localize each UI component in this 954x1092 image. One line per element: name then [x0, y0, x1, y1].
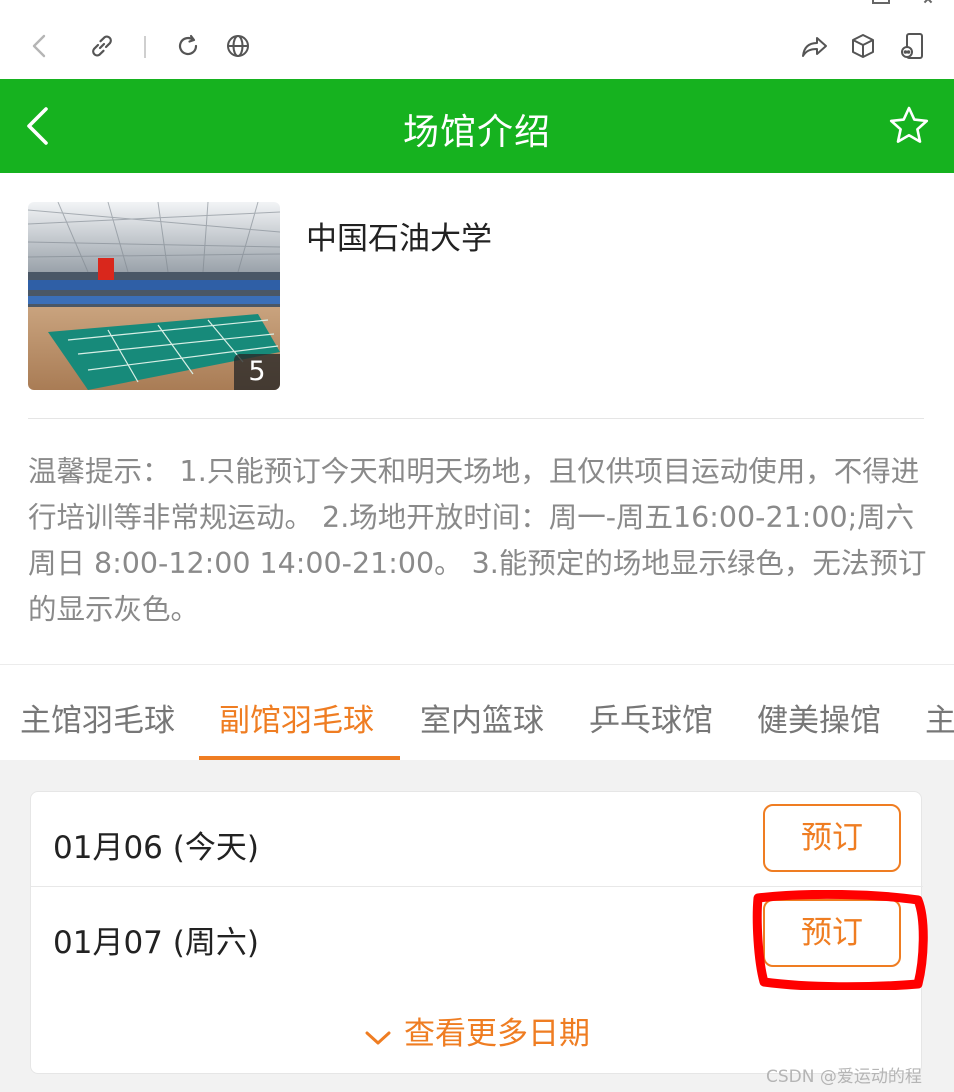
tab-more[interactable]: 主	[925, 695, 954, 740]
tab-main-badminton[interactable]: 主馆羽毛球	[20, 695, 175, 740]
photo-count-badge: 5	[234, 354, 280, 390]
window-close-icon[interactable]	[920, 0, 936, 2]
more-dates-link[interactable]: 查看更多日期	[31, 1008, 923, 1053]
venue-photo[interactable]: 5	[28, 202, 280, 390]
browser-toolbar	[0, 0, 954, 79]
cube-icon[interactable]	[847, 30, 879, 62]
book-button[interactable]: 预订	[763, 804, 901, 872]
tab-secondary-badminton[interactable]: 副馆羽毛球	[219, 695, 374, 740]
venue-tabs: 主馆羽毛球 副馆羽毛球 室内篮球 乒乓球馆 健美操馆 主	[0, 664, 954, 760]
divider	[28, 418, 924, 419]
date-label: 01月07 (周六)	[53, 925, 259, 961]
share-icon[interactable]	[798, 30, 830, 62]
star-icon[interactable]	[888, 105, 930, 147]
red-highlight-annotation	[752, 890, 928, 990]
toolbar-separator	[144, 36, 146, 58]
back-arrow-icon[interactable]	[24, 30, 56, 62]
phone-icon[interactable]	[896, 30, 928, 62]
booking-tip: 温馨提示： 1.只能预订今天和明天场地，且仅供项目运动使用，不得进行培训等非常规…	[28, 455, 927, 626]
watermark: CSDN @爱运动的程	[766, 1067, 922, 1087]
tab-table-tennis[interactable]: 乒乓球馆	[589, 695, 713, 740]
app-header: 场馆介绍	[0, 79, 954, 173]
tab-indoor-basketball[interactable]: 室内篮球	[420, 695, 544, 740]
window-restore-icon[interactable]	[872, 0, 890, 4]
page-title: 场馆介绍	[402, 112, 551, 153]
more-dates-label: 查看更多日期	[404, 1016, 590, 1052]
globe-icon[interactable]	[222, 30, 254, 62]
venue-name: 中国石油大学	[306, 221, 492, 257]
reload-icon[interactable]	[172, 30, 204, 62]
active-tab-indicator	[199, 756, 400, 760]
chevron-down-icon	[364, 1020, 392, 1044]
date-label: 01月06 (今天)	[53, 830, 259, 866]
venue-info: 5 中国石油大学 温馨提示： 1.只能预订今天和明天场地，且仅供项目运动使用，不…	[0, 173, 954, 664]
tab-aerobics[interactable]: 健美操馆	[757, 695, 881, 740]
link-icon[interactable]	[86, 30, 118, 62]
list-item: 01月06 (今天) 预订	[31, 792, 923, 887]
